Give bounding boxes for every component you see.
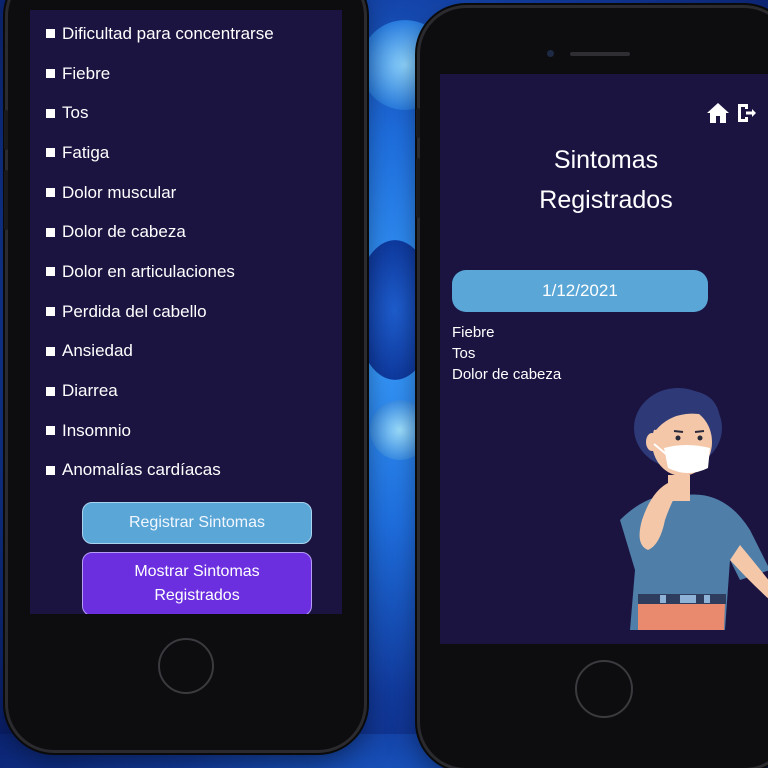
symptom-label: Fatiga xyxy=(62,142,110,162)
date-label: 1/12/2021 xyxy=(542,281,618,300)
recorded-symptom: Tos xyxy=(452,345,476,362)
symptom-item[interactable]: Dolor de cabeza xyxy=(46,212,274,252)
symptom-label: Diarrea xyxy=(62,381,118,401)
checkbox[interactable] xyxy=(46,426,55,436)
checkbox[interactable] xyxy=(46,108,55,118)
checkbox[interactable] xyxy=(46,148,55,158)
symptom-label: Perdida del cabello xyxy=(62,301,207,321)
symptom-label: Tos xyxy=(62,103,89,123)
symptom-item[interactable]: Fiebre xyxy=(46,54,274,94)
checkbox[interactable] xyxy=(46,69,55,79)
symptom-item[interactable]: Fatiga xyxy=(46,133,274,173)
symptom-item[interactable]: Dificultad para concentrarse xyxy=(46,14,274,54)
home-icon[interactable] xyxy=(706,102,730,124)
recorded-symptom: Dolor de cabeza xyxy=(452,366,562,383)
symptom-list: Dificultad para concentrarse Fiebre Tos Fat… xyxy=(46,14,274,490)
left-phone: Dificultad para concentrarse Fiebre Tos Fat… xyxy=(4,0,364,750)
symptom-label: Fiebre xyxy=(62,63,111,83)
symptom-item[interactable]: Ansiedad xyxy=(46,332,274,372)
show-registered-symptoms-button[interactable]: Mostrar Sintomas Registrados xyxy=(82,552,312,614)
symptom-label: Anomalías cardíacas xyxy=(62,460,221,480)
checkbox[interactable] xyxy=(46,227,55,237)
masked-person-illustration xyxy=(620,388,768,630)
symptom-label: Dolor en articulaciones xyxy=(62,261,235,281)
symptom-label: Ansiedad xyxy=(62,341,133,361)
symptom-item[interactable]: Dolor muscular xyxy=(46,173,274,213)
symptom-item[interactable]: Diarrea xyxy=(46,371,274,411)
symptom-item[interactable]: Insomnio xyxy=(46,411,274,451)
register-symptoms-button[interactable]: Registrar Sintomas xyxy=(82,502,312,544)
side-button xyxy=(416,108,420,138)
date-badge[interactable]: 1/12/2021 xyxy=(452,270,708,312)
front-camera xyxy=(547,50,554,57)
left-screen: Dificultad para concentrarse Fiebre Tos Fat… xyxy=(30,10,342,614)
right-screen: Sintomas Registrados 1/12/2021 Fiebre Tos… xyxy=(440,74,768,644)
checkbox[interactable] xyxy=(46,465,55,475)
checkbox[interactable] xyxy=(46,267,55,277)
symptom-item[interactable]: Dolor en articulaciones xyxy=(46,252,274,292)
recorded-symptom: Fiebre xyxy=(452,324,495,341)
checkbox[interactable] xyxy=(46,346,55,356)
home-button[interactable] xyxy=(575,660,633,718)
checkbox[interactable] xyxy=(46,188,55,198)
checkbox[interactable] xyxy=(46,386,55,396)
side-button xyxy=(4,170,8,230)
symptom-item[interactable]: Anomalías cardíacas xyxy=(46,451,274,491)
symptom-item[interactable]: Perdida del cabello xyxy=(46,292,274,332)
symptom-label: Dificultad para concentrarse xyxy=(62,23,274,43)
logout-icon[interactable] xyxy=(736,102,756,124)
recorded-symptoms-list: Fiebre Tos Dolor de cabeza xyxy=(452,322,561,385)
side-button xyxy=(416,158,420,218)
right-phone: Sintomas Registrados 1/12/2021 Fiebre Tos… xyxy=(416,8,768,768)
home-button[interactable] xyxy=(158,638,214,694)
symptom-label: Dolor muscular xyxy=(62,182,177,202)
page-title: Sintomas Registrados xyxy=(539,146,673,214)
speaker xyxy=(570,52,630,56)
checkbox[interactable] xyxy=(46,29,55,39)
symptom-label: Dolor de cabeza xyxy=(62,222,186,242)
side-button xyxy=(4,110,8,150)
symptom-item[interactable]: Tos xyxy=(46,93,274,133)
symptom-label: Insomnio xyxy=(62,420,131,440)
checkbox[interactable] xyxy=(46,307,55,317)
